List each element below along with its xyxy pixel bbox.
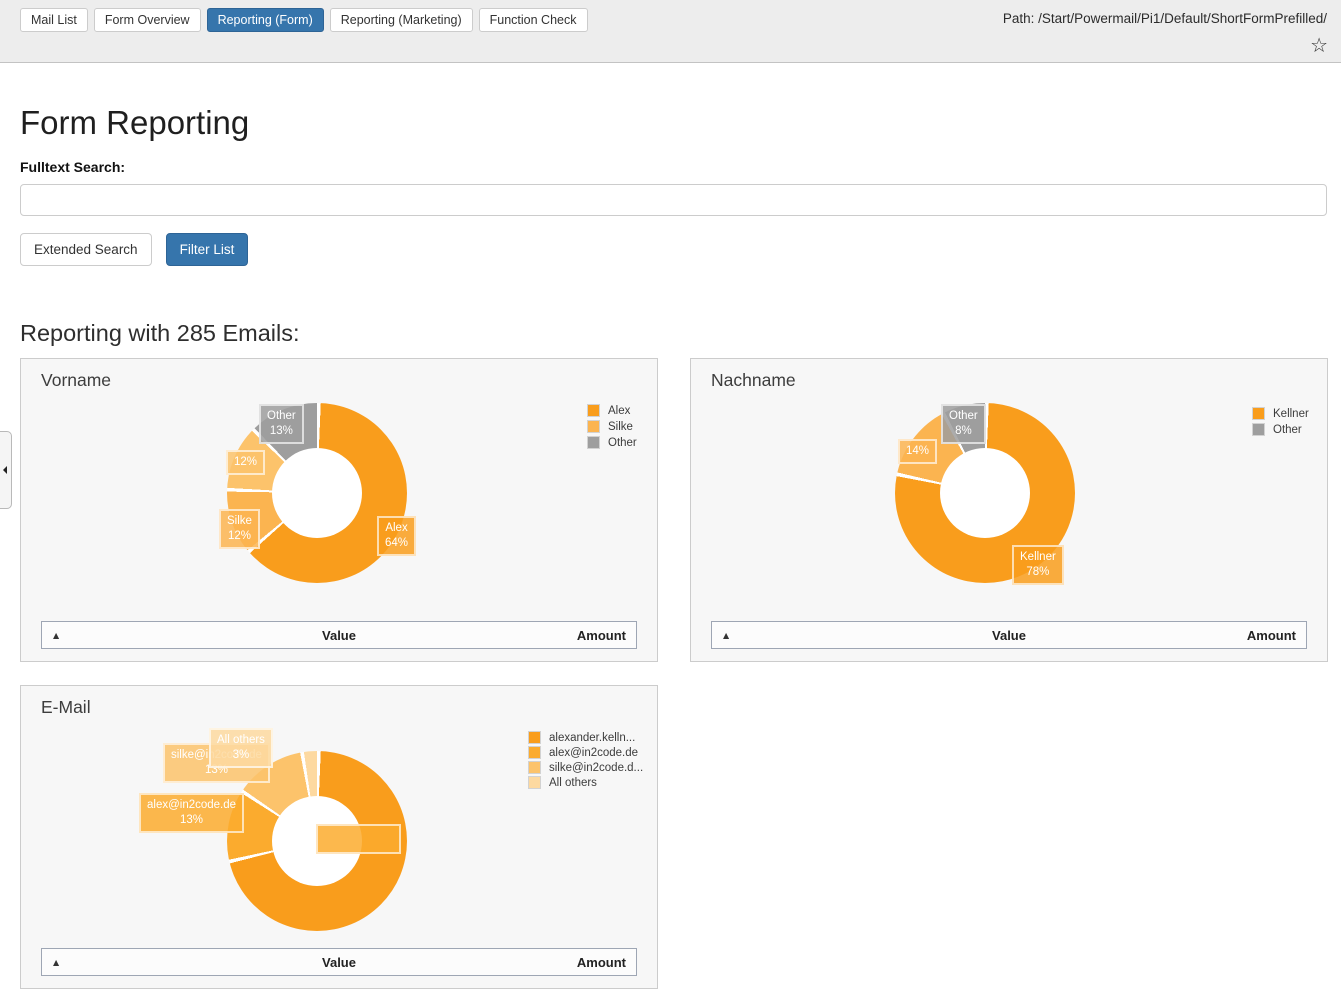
panel-vorname: Vorname Other 13% 12% Silke 12% Alex 64%… xyxy=(20,358,658,662)
legend-item: Other xyxy=(587,436,637,449)
legend-item: Other xyxy=(1252,423,1309,436)
callout-line: 78% xyxy=(1020,565,1056,580)
tab-reporting-marketing[interactable]: Reporting (Marketing) xyxy=(330,8,473,32)
legend-swatch xyxy=(1252,407,1265,420)
vorname-table-header: ▲ Value Amount xyxy=(41,621,637,649)
legend-label: Silke xyxy=(608,421,633,433)
legend-label: Other xyxy=(1273,424,1302,436)
vorname-donut-chart[interactable] xyxy=(227,403,407,583)
legend-label: Alex xyxy=(608,405,630,417)
legend-label: silke@in2code.d... xyxy=(549,762,643,774)
panel-nachname: Nachname Other 8% 14% Kellner 78% Kellne… xyxy=(690,358,1328,662)
fulltext-search-input[interactable] xyxy=(20,184,1327,216)
callout-line: 12% xyxy=(227,529,252,544)
callout-12pct: 12% xyxy=(226,450,265,475)
callout-14pct: 14% xyxy=(898,439,937,464)
legend-item: alex@in2code.de xyxy=(528,746,643,759)
legend-item: Kellner xyxy=(1252,407,1309,420)
chevron-left-icon xyxy=(3,466,7,474)
legend-swatch xyxy=(587,420,600,433)
column-header-amount[interactable]: Amount xyxy=(1247,628,1296,643)
tab-reporting-form[interactable]: Reporting (Form) xyxy=(207,8,324,32)
email-legend: alexander.kelln... alex@in2code.de silke… xyxy=(528,731,643,789)
callout-line: 8% xyxy=(949,424,978,439)
search-actions: Extended Search Filter List xyxy=(20,233,248,266)
panel-title-email: E-Mail xyxy=(41,697,91,718)
callout-line: alex@in2code.de xyxy=(147,798,236,813)
filter-list-button[interactable]: Filter List xyxy=(166,233,249,266)
legend-swatch xyxy=(528,761,541,774)
callout-line: 3% xyxy=(217,748,265,763)
callout-alex-email: alex@in2code.de 13% xyxy=(139,793,244,833)
legend-item: silke@in2code.d... xyxy=(528,761,643,774)
legend-item: Alex xyxy=(587,404,637,417)
callout-line: 13% xyxy=(267,424,296,439)
view-tabs: Mail List Form Overview Reporting (Form)… xyxy=(20,8,588,32)
extended-search-button[interactable]: Extended Search xyxy=(20,233,152,266)
callout-line: 13% xyxy=(147,813,236,828)
callout-all-others: All others 3% xyxy=(209,728,273,768)
email-table-header: ▲ Value Amount xyxy=(41,948,637,976)
callout-alex: Alex 64% xyxy=(377,516,416,556)
callout-line: Silke xyxy=(227,514,252,529)
legend-item: All others xyxy=(528,776,643,789)
column-header-value[interactable]: Value xyxy=(712,628,1306,643)
callout-line: 12% xyxy=(234,455,257,470)
bookmark-star-icon[interactable]: ☆ xyxy=(1310,34,1328,56)
page-title: Form Reporting xyxy=(20,104,249,142)
callout-line: Kellner xyxy=(1020,550,1056,565)
legend-label: Kellner xyxy=(1273,408,1309,420)
panel-title-vorname: Vorname xyxy=(41,370,111,391)
column-header-value[interactable]: Value xyxy=(42,955,636,970)
tab-form-overview[interactable]: Form Overview xyxy=(94,8,201,32)
callout-other: Other 13% xyxy=(259,404,304,444)
callout-kellner: Kellner 78% xyxy=(1012,545,1064,585)
callout-line: Other xyxy=(949,409,978,424)
column-header-amount[interactable]: Amount xyxy=(577,628,626,643)
chart-panels-grid: Vorname Other 13% 12% Silke 12% Alex 64%… xyxy=(20,358,1326,989)
legend-swatch xyxy=(1252,423,1265,436)
legend-label: alexander.kelln... xyxy=(549,732,635,744)
column-header-value[interactable]: Value xyxy=(42,628,636,643)
callout-line: Alex xyxy=(385,521,408,536)
tab-mail-list[interactable]: Mail List xyxy=(20,8,88,32)
breadcrumb-path: Path: /Start/Powermail/Pi1/Default/Short… xyxy=(1003,11,1327,26)
nachname-table-header: ▲ Value Amount xyxy=(711,621,1307,649)
legend-swatch xyxy=(587,436,600,449)
legend-swatch xyxy=(528,776,541,789)
callout-line: All others xyxy=(217,733,265,748)
column-header-amount[interactable]: Amount xyxy=(577,955,626,970)
top-toolbar: Mail List Form Overview Reporting (Form)… xyxy=(0,0,1341,63)
callout-line: 64% xyxy=(385,536,408,551)
tab-function-check[interactable]: Function Check xyxy=(479,8,588,32)
nachname-legend: Kellner Other xyxy=(1252,407,1309,436)
panel-email: E-Mail silke@in2code.de 13% All others 3… xyxy=(20,685,658,989)
legend-label: All others xyxy=(549,777,597,789)
frame-collapse-handle[interactable] xyxy=(0,431,12,509)
panel-title-nachname: Nachname xyxy=(711,370,796,391)
callout-silke: Silke 12% xyxy=(219,509,260,549)
legend-item: Silke xyxy=(587,420,637,433)
callout-other: Other 8% xyxy=(941,404,986,444)
legend-swatch xyxy=(587,404,600,417)
callout-line: 14% xyxy=(906,444,929,459)
reporting-heading: Reporting with 285 Emails: xyxy=(20,320,300,347)
fulltext-search-label: Fulltext Search: xyxy=(20,159,125,175)
legend-label: Other xyxy=(608,437,637,449)
legend-item: alexander.kelln... xyxy=(528,731,643,744)
vorname-legend: Alex Silke Other xyxy=(587,404,637,449)
legend-swatch xyxy=(528,731,541,744)
legend-label: alex@in2code.de xyxy=(549,747,638,759)
callout-alexander-partial xyxy=(316,824,401,854)
callout-line: Other xyxy=(267,409,296,424)
legend-swatch xyxy=(528,746,541,759)
